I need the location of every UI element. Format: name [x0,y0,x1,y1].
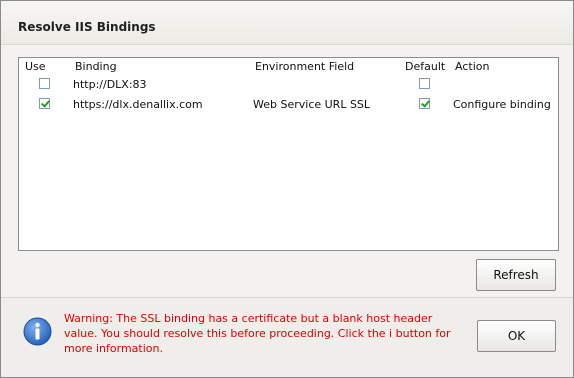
row-2-environment-field: Web Service URL SSL [253,98,371,111]
column-header-use[interactable]: Use [25,60,46,73]
dialog-title: Resolve IIS Bindings [18,20,156,34]
row-2-action[interactable]: Configure binding [453,98,551,111]
row-2-binding: https://dlx.denallix.com [73,98,203,111]
column-header-binding[interactable]: Binding [75,60,117,73]
row-1-use-checkbox[interactable] [39,78,50,89]
column-header-action[interactable]: Action [455,60,489,73]
bindings-list[interactable]: Use Binding Environment Field Default Ac… [18,57,559,251]
info-icon[interactable] [23,317,52,346]
column-header-environment-field[interactable]: Environment Field [255,60,354,73]
ok-button[interactable]: OK [477,320,556,352]
column-header-default[interactable]: Default [405,60,445,73]
refresh-button[interactable]: Refresh [476,259,556,291]
row-2-default-checkbox[interactable] [419,98,430,109]
resolve-iis-bindings-dialog: Resolve IIS Bindings Use Binding Environ… [0,0,574,378]
row-2-use-checkbox[interactable] [39,98,50,109]
row-1-binding: http://DLX:83 [73,78,147,91]
warning-message: Warning: The SSL binding has a certifica… [64,312,451,355]
title-bar: Resolve IIS Bindings [1,1,573,45]
row-1-default-checkbox[interactable] [419,78,430,89]
